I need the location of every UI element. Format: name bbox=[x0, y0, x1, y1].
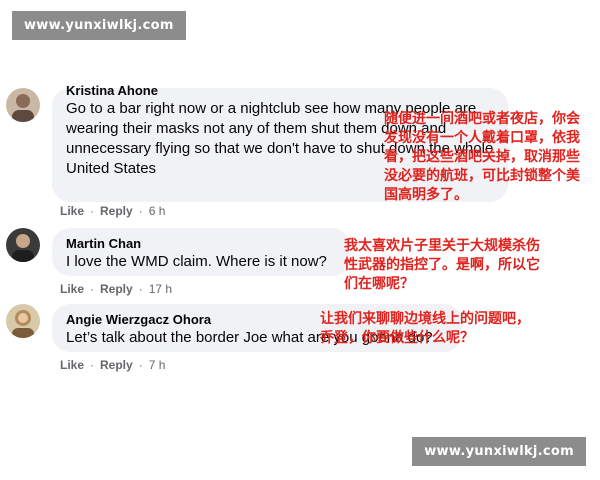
separator-dot: · bbox=[138, 282, 143, 296]
separator-dot: · bbox=[138, 358, 143, 372]
annotation-3: 让我们来聊聊边境线上的问题吧，乔登，你要做些什么呢？ bbox=[320, 311, 530, 346]
separator-dot: · bbox=[90, 282, 95, 296]
annotation-1: 随便进一间酒吧或者夜店，你会发现没有一个人戴着口罩，依我看，把这些酒吧关掉，取消… bbox=[384, 111, 580, 203]
like-button[interactable]: Like bbox=[60, 204, 84, 218]
watermark-top: www.yunxiwlkj.com bbox=[12, 11, 186, 40]
comment-actions: Like · Reply · 7 h bbox=[60, 358, 165, 372]
reply-button[interactable]: Reply bbox=[100, 358, 133, 372]
avatar[interactable] bbox=[6, 88, 40, 122]
comment-timestamp[interactable]: 7 h bbox=[149, 358, 166, 372]
avatar[interactable] bbox=[6, 228, 40, 262]
separator-dot: · bbox=[90, 358, 95, 372]
like-button[interactable]: Like bbox=[60, 282, 84, 296]
comment-actions: Like · Reply · 17 h bbox=[60, 282, 172, 296]
comment-timestamp[interactable]: 6 h bbox=[149, 204, 166, 218]
comment-timestamp[interactable]: 17 h bbox=[149, 282, 172, 296]
annotation-2: 我太喜欢片子里关于大规模杀伤性武器的指控了。是啊，所以它们在哪呢？ bbox=[344, 238, 540, 292]
comment-bubble: Martin Chan I love the WMD claim. Where … bbox=[52, 228, 350, 276]
comment-author[interactable]: Kristina Ahone bbox=[66, 82, 494, 99]
separator-dot: · bbox=[138, 204, 143, 218]
reply-button[interactable]: Reply bbox=[100, 204, 133, 218]
reply-button[interactable]: Reply bbox=[100, 282, 133, 296]
watermark-bottom: www.yunxiwlkj.com bbox=[412, 437, 586, 466]
comment-actions: Like · Reply · 6 h bbox=[60, 204, 165, 218]
separator-dot: · bbox=[90, 204, 95, 218]
comment-text: I love the WMD claim. Where is it now? bbox=[66, 253, 327, 270]
comment-author[interactable]: Martin Chan bbox=[66, 235, 336, 252]
like-button[interactable]: Like bbox=[60, 358, 84, 372]
avatar[interactable] bbox=[6, 304, 40, 338]
